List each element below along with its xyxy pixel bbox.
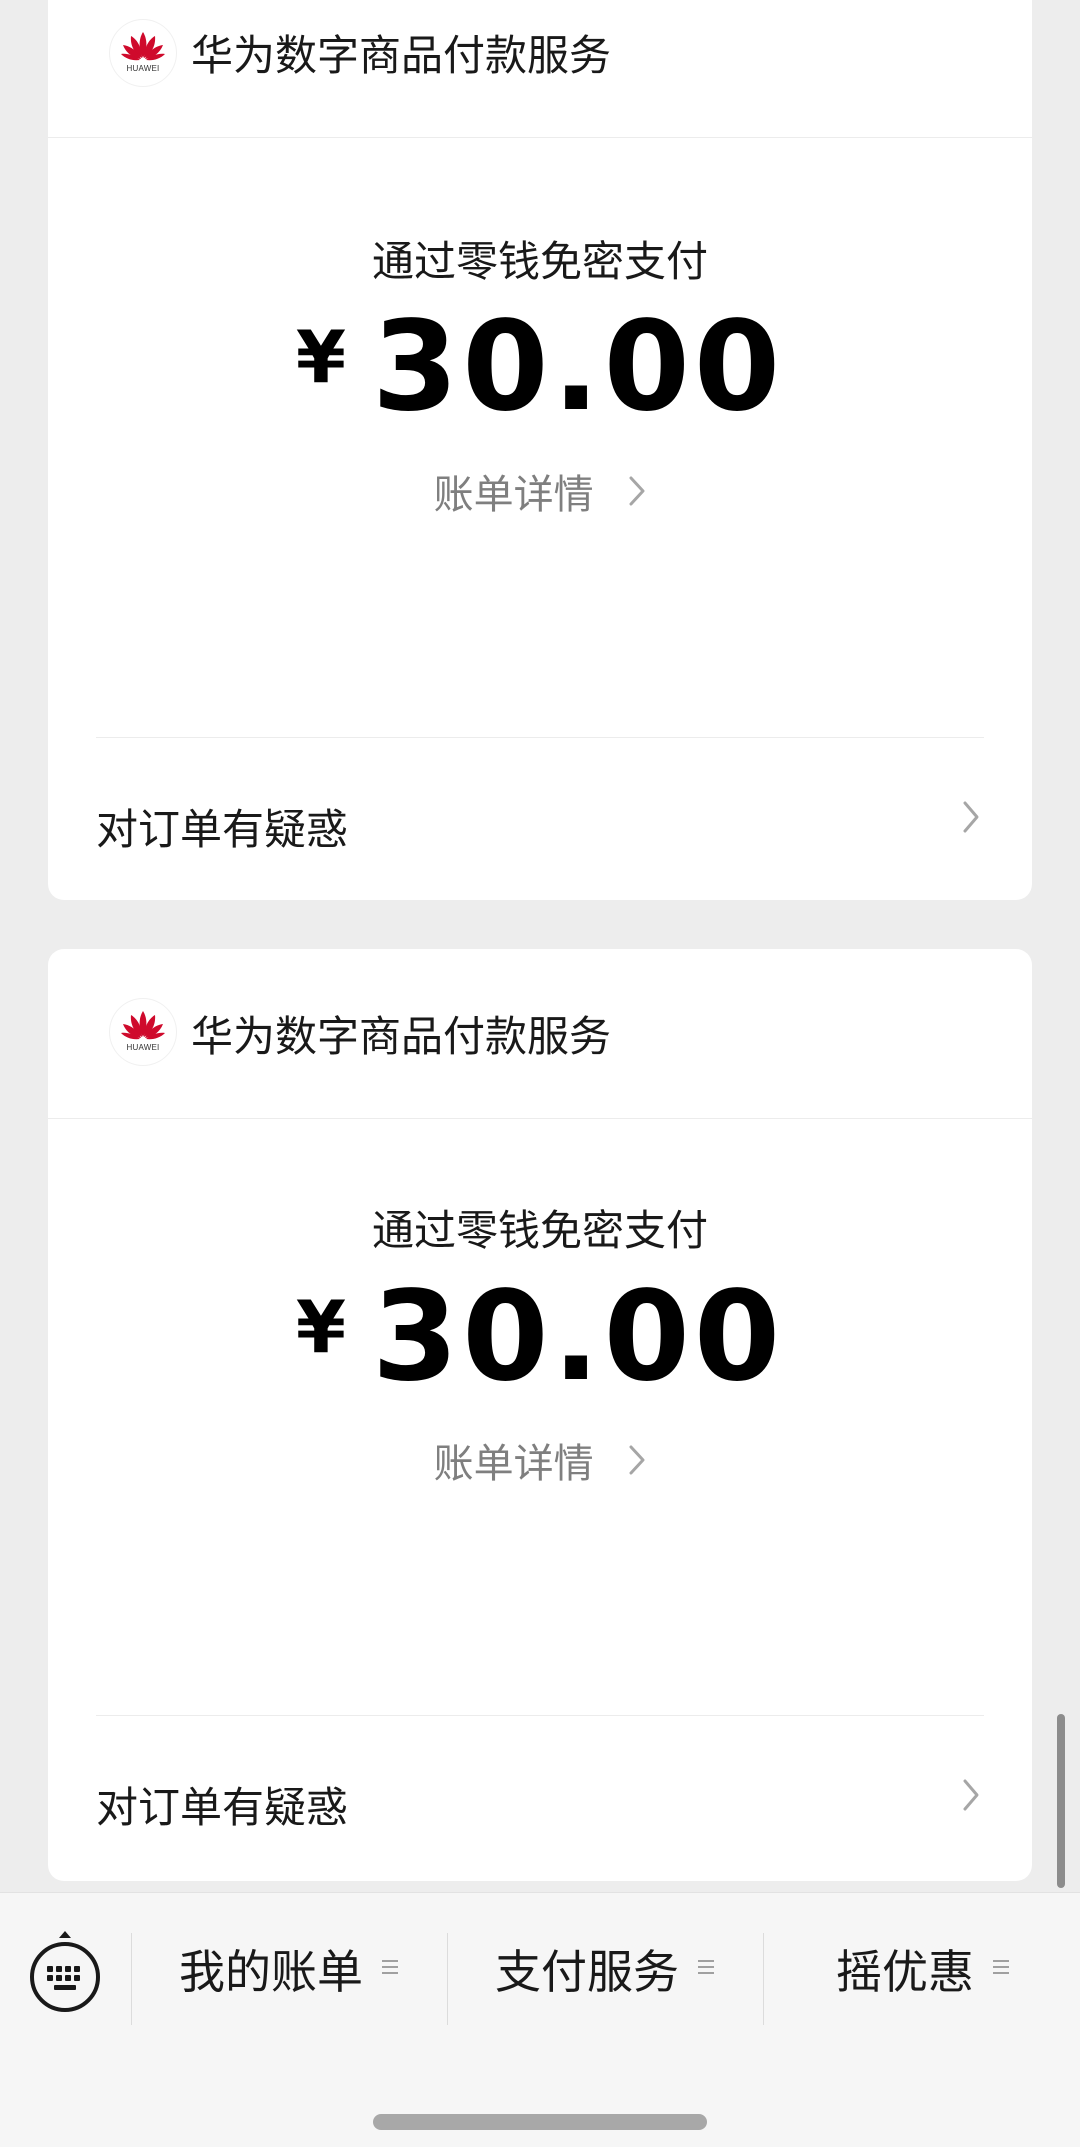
menu-item-label: 支付服务 xyxy=(495,1945,679,1999)
currency-symbol: ¥ xyxy=(295,1285,346,1369)
menu-separator xyxy=(131,1933,132,2025)
menu-lines-icon xyxy=(992,1958,1010,1980)
menu-item-my-bills[interactable]: 我的账单 xyxy=(134,1929,444,2009)
bill-card-header[interactable]: HUAWEI 华为数字商品付款服务 xyxy=(48,0,1032,138)
bill-card: HUAWEI 华为数字商品付款服务 通过零钱免密支付 ¥30.00 账单详情 对… xyxy=(48,0,1032,900)
currency-symbol: ¥ xyxy=(295,315,346,399)
huawei-logo-text: HUAWEI xyxy=(126,1043,160,1052)
chevron-right-icon xyxy=(628,1440,646,1486)
merchant-name: 华为数字商品付款服务 xyxy=(191,31,612,80)
order-question-label: 对订单有疑惑 xyxy=(96,1783,349,1832)
bottom-menu-bar: 我的账单 支付服务 摇优惠 xyxy=(0,1892,1080,2147)
huawei-logo-icon: HUAWEI xyxy=(110,999,176,1065)
menu-separator xyxy=(447,1933,448,2025)
bill-detail-link[interactable]: 账单详情 xyxy=(48,462,1032,520)
amount-value: 30.00 xyxy=(371,295,785,439)
payment-method: 通过零钱免密支付 xyxy=(371,1206,708,1255)
scrollbar[interactable] xyxy=(1057,1714,1065,1888)
menu-separator xyxy=(763,1933,764,2025)
huawei-logo-text: HUAWEI xyxy=(126,64,160,73)
bill-detail-link[interactable]: 账单详情 xyxy=(48,1431,1032,1489)
menu-lines-icon xyxy=(381,1958,399,1980)
order-question-row[interactable]: 对订单有疑惑 xyxy=(48,1716,1032,1876)
amount: ¥30.00 xyxy=(48,295,1032,439)
keyboard-icon[interactable] xyxy=(28,1929,102,2015)
huawei-logo-icon: HUAWEI xyxy=(110,20,176,86)
amount-value: 30.00 xyxy=(371,1265,785,1409)
chevron-right-icon xyxy=(962,800,980,838)
bill-card-header[interactable]: HUAWEI 华为数字商品付款服务 xyxy=(48,949,1032,1119)
menu-item-shake-offers[interactable]: 摇优惠 xyxy=(766,1929,1080,2009)
chevron-right-icon xyxy=(628,471,646,517)
order-question-label: 对订单有疑惑 xyxy=(96,805,349,854)
menu-lines-icon xyxy=(697,1958,715,1980)
menu-item-label: 我的账单 xyxy=(179,1945,363,1999)
chevron-right-icon xyxy=(962,1778,980,1816)
menu-item-payment-services[interactable]: 支付服务 xyxy=(450,1929,760,2009)
bill-detail-label: 账单详情 xyxy=(433,472,594,518)
home-indicator[interactable] xyxy=(373,2114,707,2130)
amount: ¥30.00 xyxy=(48,1265,1032,1409)
bill-detail-label: 账单详情 xyxy=(433,1441,594,1487)
menu-item-label: 摇优惠 xyxy=(836,1945,974,1999)
payment-method: 通过零钱免密支付 xyxy=(371,237,708,286)
bill-card: HUAWEI 华为数字商品付款服务 通过零钱免密支付 ¥30.00 账单详情 对… xyxy=(48,949,1032,1881)
merchant-name: 华为数字商品付款服务 xyxy=(191,1012,612,1061)
order-question-row[interactable]: 对订单有疑惑 xyxy=(48,738,1032,898)
